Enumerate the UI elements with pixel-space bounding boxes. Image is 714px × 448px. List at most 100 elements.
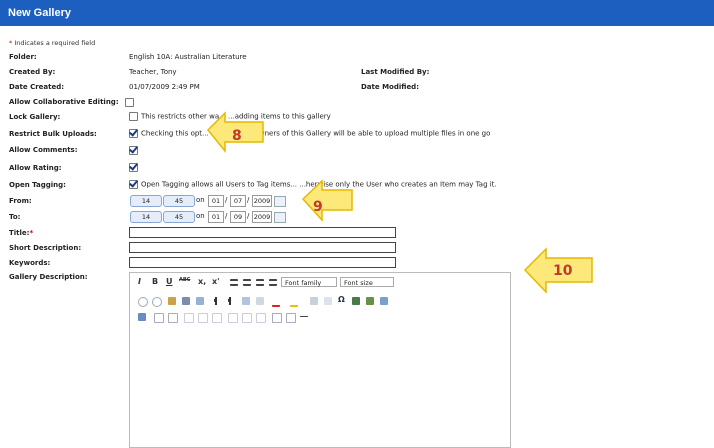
from-slash: / [225,196,228,204]
to-slash: / [247,212,250,220]
font-size-select[interactable]: Font size [340,277,394,287]
from-month-input[interactable]: 07 [230,195,246,207]
highlight-icon[interactable] [290,297,298,307]
table-icon[interactable] [380,297,388,305]
allow-rating-label: Allow Rating: [9,164,62,172]
to-month-input[interactable]: 09 [230,211,246,223]
cell-props-icon[interactable] [168,313,178,323]
to-label: To: [9,213,21,221]
keywords-input[interactable] [129,257,396,268]
allow-collab-label: Allow Collaborative Editing: [9,98,119,106]
to-calendar-icon[interactable] [274,212,286,223]
to-on-text: on [196,212,205,220]
required-note: * Indicates a required field [9,39,96,47]
allow-comments-label: Allow Comments: [9,146,78,154]
lock-gallery-label: Lock Gallery: [9,113,61,121]
bullet-list-icon[interactable] [214,297,225,305]
underline-button[interactable]: U [166,277,173,286]
callout-number-8: 8 [232,128,242,144]
to-minute-stepper[interactable]: 45 [163,211,195,223]
bold-button[interactable]: B [152,277,158,286]
from-label: From: [9,197,32,205]
align-justify-icon[interactable] [269,279,277,286]
title-label: Title:* [9,229,34,237]
italic-button[interactable]: I [138,277,141,286]
rich-text-editor[interactable]: I B U ABC x, x' Font family Font size Ω [129,272,511,448]
redo-icon[interactable] [152,297,162,307]
last-modified-by-label: Last Modified By: [361,68,430,76]
paste-word-icon[interactable] [182,297,190,305]
date-modified-label: Date Modified: [361,83,419,91]
callout-number-10: 10 [553,263,573,279]
restrict-bulk-checkbox[interactable] [129,129,138,138]
restrict-bulk-label: Restrict Bulk Uploads: [9,130,97,138]
media-icon[interactable] [352,297,360,305]
title-input[interactable] [129,227,396,238]
clean-format-icon[interactable] [196,297,204,305]
short-desc-label: Short Description: [9,244,82,252]
date-created-label: Date Created: [9,83,65,91]
row-props-icon[interactable] [154,313,164,323]
delete-col-icon[interactable] [256,313,266,323]
image-icon[interactable] [366,297,374,305]
align-center-icon[interactable] [243,279,251,286]
editor-toolbar-row1: I B U ABC x, x' Font family Font size [130,277,510,292]
to-hour-stepper[interactable]: 14 [130,211,162,223]
link-icon[interactable] [310,297,318,305]
callout-arrow-9 [301,179,353,222]
from-on-text: on [196,196,205,204]
from-slash: / [247,196,250,204]
subscript-button[interactable]: x, [198,277,206,286]
folder-label: Folder: [9,53,37,61]
indent-icon[interactable] [256,297,264,305]
from-calendar-icon[interactable] [274,196,286,207]
allow-comments-checkbox[interactable] [129,146,138,155]
restrict-bulk-help: Checking this opt... ...t only the Owner… [141,129,491,138]
open-tagging-label: Open Tagging: [9,181,66,189]
omega-icon[interactable]: Ω [338,295,346,304]
lock-gallery-checkbox[interactable] [129,112,138,121]
font-family-select[interactable]: Font family [281,277,337,287]
keywords-label: Keywords: [9,259,51,267]
to-day-input[interactable]: 01 [208,211,224,223]
date-created-value: 01/07/2009 2:49 PM [129,83,200,91]
to-year-input[interactable]: 2009 [252,211,272,223]
split-cells-icon[interactable] [272,313,282,323]
insert-col-before-icon[interactable] [228,313,238,323]
from-minute-stepper[interactable]: 45 [163,195,195,207]
align-right-icon[interactable] [256,279,264,286]
merge-cells-icon[interactable] [286,313,296,323]
text-color-icon[interactable] [272,297,280,307]
edit-table-icon[interactable] [138,313,146,321]
number-list-icon[interactable] [228,297,239,305]
allow-collab-checkbox[interactable] [125,98,134,107]
align-left-icon[interactable] [230,279,238,286]
created-by-label: Created By: [9,68,56,76]
paste-icon[interactable] [168,297,176,305]
page-header: New Gallery [0,0,714,26]
to-slash: / [225,212,228,220]
strikethrough-button[interactable]: ABC [179,277,190,283]
insert-row-before-icon[interactable] [184,313,194,323]
delete-row-icon[interactable] [212,313,222,323]
open-tagging-checkbox[interactable] [129,180,138,189]
undo-icon[interactable] [138,297,148,307]
restrict-bulk-row: Checking this opt... ...t only the Owner… [129,129,490,138]
from-year-input[interactable]: 2009 [252,195,272,207]
gallery-desc-label: Gallery Description: [9,273,88,281]
unlink-icon[interactable] [324,297,332,305]
insert-row-after-icon[interactable] [198,313,208,323]
callout-number-9: 9 [313,199,323,215]
page-title: New Gallery [8,7,71,19]
allow-rating-checkbox[interactable] [129,163,138,172]
outdent-icon[interactable] [242,297,250,305]
from-day-input[interactable]: 01 [208,195,224,207]
superscript-button[interactable]: x' [212,277,220,286]
horizontal-rule-icon[interactable] [300,316,308,317]
created-by-value: Teacher, Tony [129,68,177,76]
from-hour-stepper[interactable]: 14 [130,195,162,207]
insert-col-after-icon[interactable] [242,313,252,323]
editor-toolbar-row3 [130,311,510,326]
editor-toolbar-row2: Ω [130,295,510,310]
short-desc-input[interactable] [129,242,396,253]
